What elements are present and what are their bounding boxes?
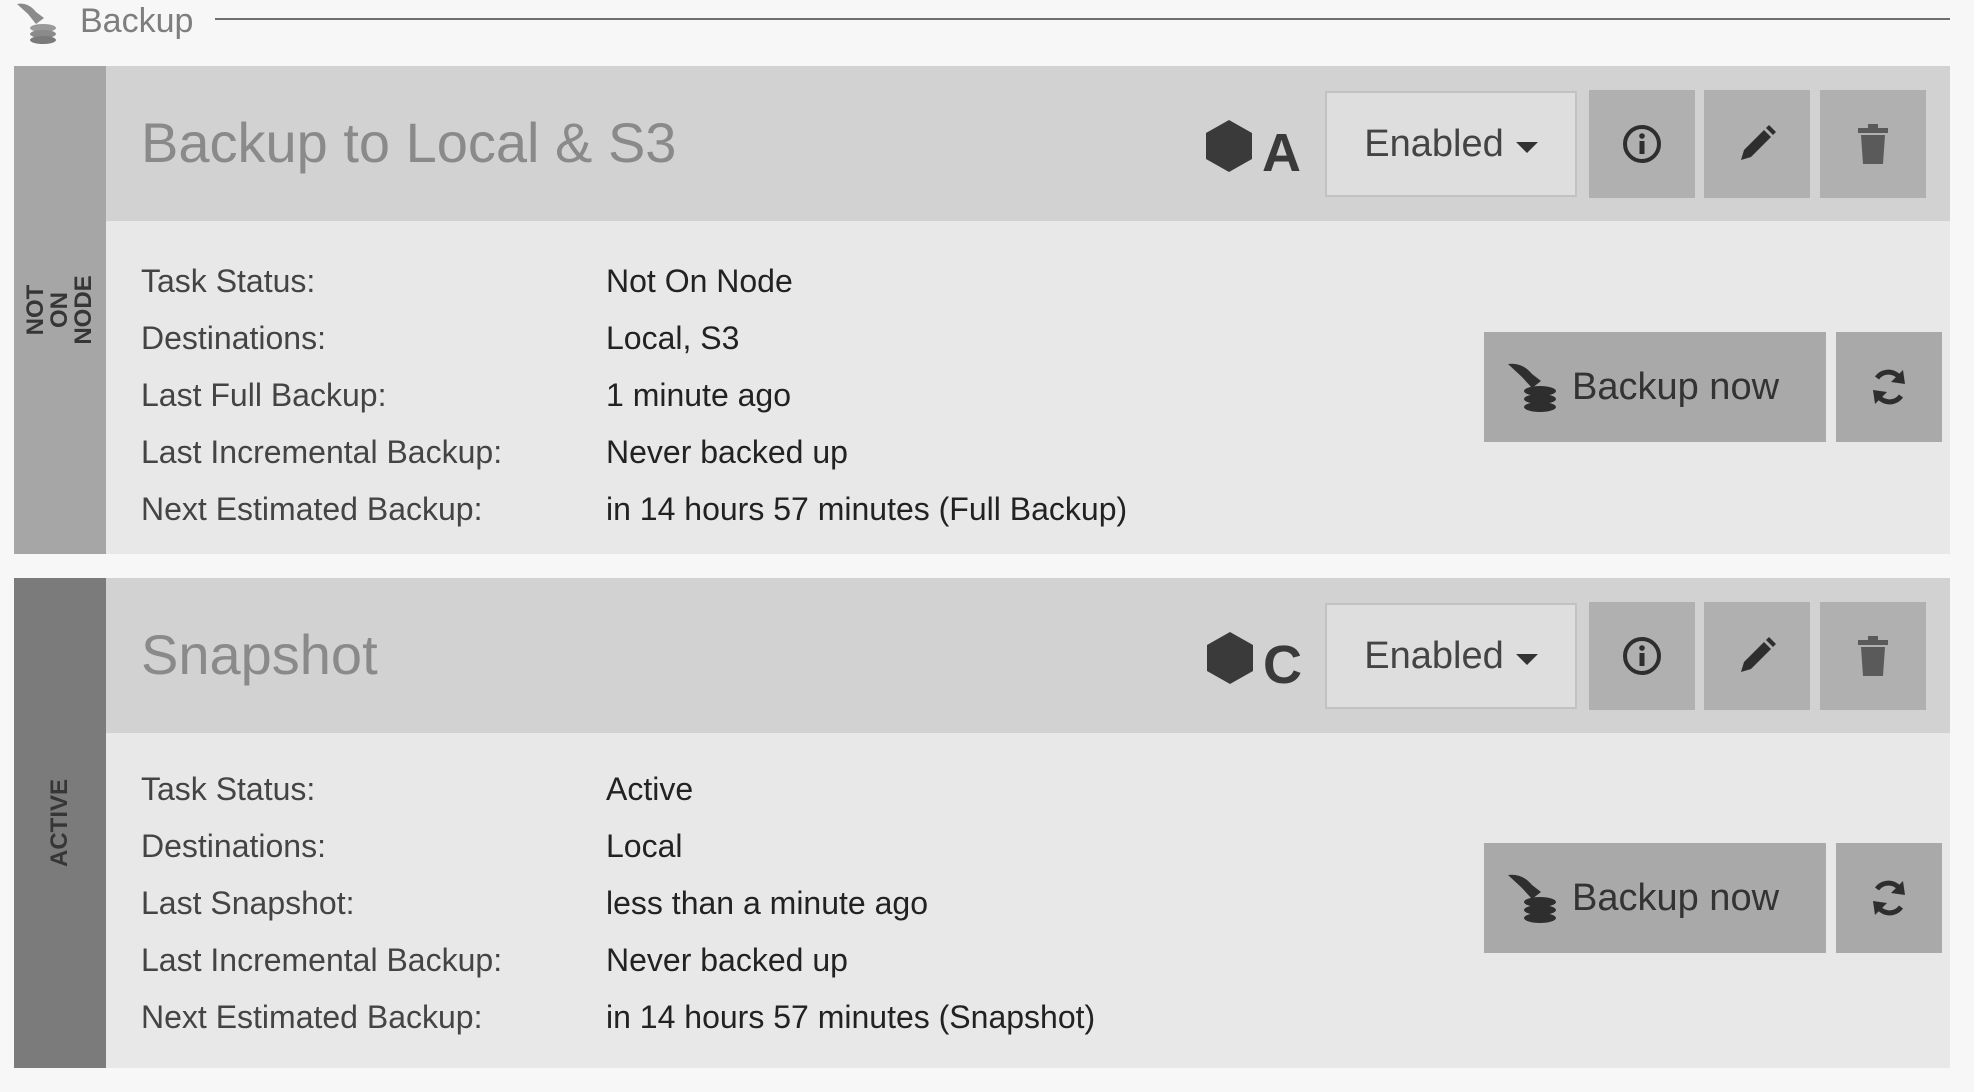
refresh-button[interactable] [1836,843,1942,953]
detail-value: Local, S3 [606,320,740,356]
dropdown-value: Enabled [1364,122,1504,165]
detail-value: 1 minute ago [606,377,792,413]
detail-value: less than a minute ago [606,885,928,921]
backup-now-label: Backup now [1572,876,1780,919]
hexagon-icon [1206,120,1252,172]
section-header: Backup [0,0,1974,56]
node-letter: C [1263,635,1302,695]
hexagon-icon [1207,632,1253,684]
backup-icon [1508,363,1556,412]
task-title: Snapshot [141,623,378,686]
info-icon [1623,125,1661,163]
pencil-icon [1741,637,1776,672]
backup-now-label: Backup now [1572,365,1780,408]
detail-label: Last Incremental Backup: [141,942,503,978]
detail-value: in 14 hours 57 minutes (Snapshot) [606,999,1096,1035]
pencil-icon [1741,125,1776,160]
dropdown-value: Enabled [1364,634,1504,677]
info-button[interactable] [1589,90,1695,198]
refresh-button[interactable] [1836,332,1942,442]
caret-down-icon [1515,653,1538,665]
info-icon [1623,637,1661,675]
detail-label: Last Incremental Backup: [141,434,503,470]
status-dropdown[interactable]: Enabled [1325,603,1577,709]
backup-icon [1508,874,1556,923]
detail-label: Destinations: [141,320,326,356]
task-state-label: ACTIVE [46,778,73,868]
backup-task-card: ACTIVE Snapshot C Enabled Task Status: A… [14,578,1950,1068]
detail-value: Never backed up [606,942,848,978]
detail-value: Never backed up [606,434,848,470]
edit-button[interactable] [1704,602,1810,710]
task-title: Backup to Local & S3 [141,111,677,174]
task-state-label: NOT ON NODE [22,275,97,345]
task-header: Snapshot C Enabled [106,578,1950,733]
trash-icon [1858,636,1888,676]
detail-label: Last Snapshot: [141,885,355,921]
task-state-bar: ACTIVE [14,578,106,1068]
task-details: Task Status: Active Destinations: Local … [106,733,1950,1068]
header-divider [215,18,1950,20]
section-title: Backup [80,2,194,40]
delete-button[interactable] [1820,90,1926,198]
detail-label: Destinations: [141,828,326,864]
refresh-icon [1873,369,1905,405]
task-state-bar: NOT ON NODE [14,66,106,554]
edit-button[interactable] [1704,90,1810,198]
backup-now-button[interactable]: Backup now [1484,843,1826,953]
detail-value: Active [606,771,694,807]
detail-value: in 14 hours 57 minutes (Full Backup) [606,491,1128,527]
task-details: Task Status: Not On Node Destinations: L… [106,221,1950,554]
detail-value: Not On Node [606,263,793,299]
detail-label: Next Estimated Backup: [141,999,483,1035]
detail-label: Next Estimated Backup: [141,491,483,527]
task-header: Backup to Local & S3 A Enabled [106,66,1950,221]
status-dropdown[interactable]: Enabled [1325,91,1577,197]
node-indicator: A [1204,118,1314,183]
caret-down-icon [1515,141,1538,153]
backup-task-card: NOT ON NODE Backup to Local & S3 A Enabl… [14,66,1950,554]
detail-label: Task Status: [141,263,316,299]
detail-label: Task Status: [141,771,316,807]
detail-value: Local [606,828,683,864]
node-letter: A [1262,123,1301,183]
detail-label: Last Full Backup: [141,377,387,413]
trash-icon [1858,124,1888,164]
backup-icon [17,3,56,44]
info-button[interactable] [1589,602,1695,710]
refresh-icon [1873,880,1905,916]
node-indicator: C [1205,630,1315,695]
delete-button[interactable] [1820,602,1926,710]
backup-now-button[interactable]: Backup now [1484,332,1826,442]
